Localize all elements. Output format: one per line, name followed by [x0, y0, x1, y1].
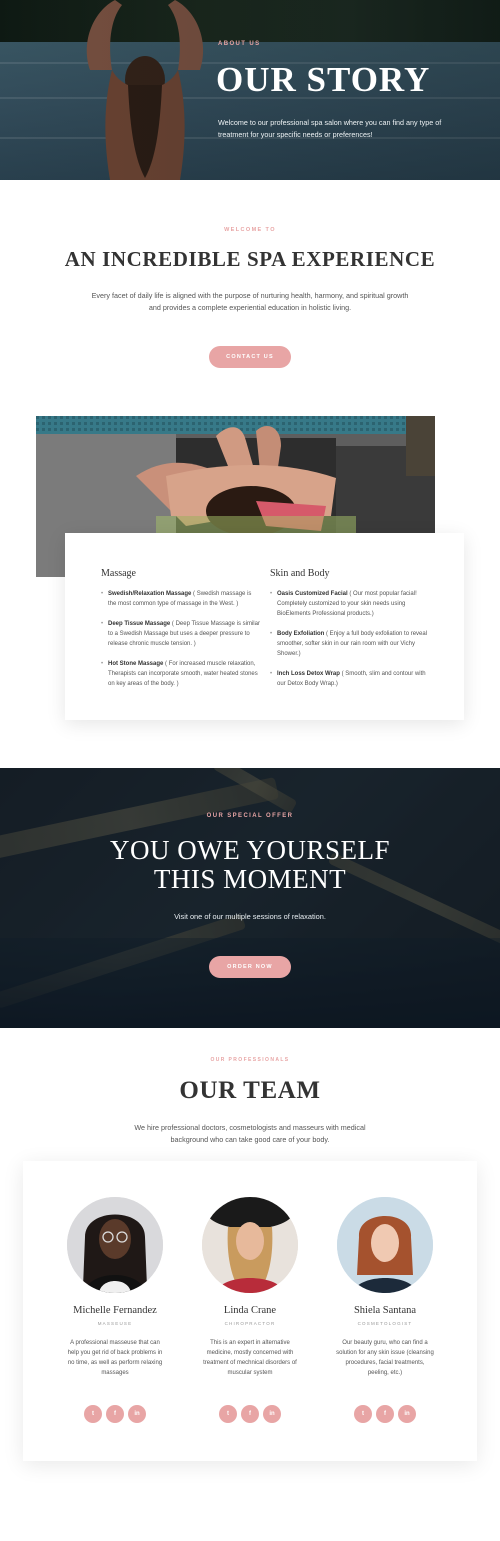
offer-section: OUR SPECIAL OFFER YOU OWE YOURSELF THIS …	[0, 768, 500, 1028]
member-bio: This is an expert in alternative medicin…	[203, 1340, 297, 1376]
linkedin-icon[interactable]: in	[398, 1405, 416, 1423]
member-bio: A professional masseuse that can help yo…	[67, 1340, 163, 1376]
avatar	[337, 1197, 433, 1293]
member-bio: Our beauty guru, who can find a solution…	[336, 1340, 434, 1376]
facebook-icon[interactable]: f	[106, 1405, 124, 1423]
services-column-massage: Massage Swedish/Relaxation Massage ( Swe…	[101, 568, 261, 699]
intro-text: Every facet of daily life is aligned wit…	[91, 291, 409, 312]
offer-title-line2: THIS MOMENT	[153, 864, 347, 894]
social-links: t f in	[325, 1405, 445, 1423]
offer-text: Visit one of our multiple sessions of re…	[174, 912, 326, 921]
facebook-icon[interactable]: f	[376, 1405, 394, 1423]
team-member: Shiela Santana COSMETOLOGIST Our beauty …	[325, 1197, 445, 1423]
services-column-skin-body: Skin and Body Oasis Customized Facial ( …	[270, 568, 430, 699]
team-member: Linda Crane CHIROPRACTOR This is an expe…	[190, 1197, 310, 1423]
avatar	[67, 1197, 163, 1293]
twitter-icon[interactable]: t	[84, 1405, 102, 1423]
contact-us-button[interactable]: CONTACT US	[209, 346, 291, 368]
service-item: Body Exfoliation ( Enjoy a full body exf…	[270, 629, 430, 659]
member-role: MASSEUSE	[97, 1321, 133, 1326]
team-card: Michelle Fernandez MASSEUSE A profession…	[23, 1161, 477, 1461]
member-name: Michelle Fernandez	[73, 1305, 157, 1316]
hero-section: ABOUT US OUR STORY Welcome to our profes…	[0, 0, 500, 180]
hero-eyebrow: ABOUT US	[218, 41, 261, 47]
offer-title-line1: YOU OWE YOURSELF	[110, 835, 390, 865]
twitter-icon[interactable]: t	[354, 1405, 372, 1423]
service-item: Swedish/Relaxation Massage ( Swedish mas…	[101, 589, 261, 609]
service-item: Oasis Customized Facial ( Our most popul…	[270, 589, 430, 619]
intro-eyebrow: WELCOME TO	[224, 227, 276, 233]
member-role: COSMETOLOGIST	[357, 1321, 413, 1326]
team-eyebrow: OUR PROFESSIONALS	[210, 1057, 290, 1063]
hero-title: OUR STORY	[216, 60, 431, 99]
service-item: Hot Stone Massage ( For increased muscle…	[101, 659, 261, 689]
avatar	[202, 1197, 298, 1293]
facebook-icon[interactable]: f	[241, 1405, 259, 1423]
intro-title: AN INCREDIBLE SPA EXPERIENCE	[64, 247, 436, 271]
member-role: CHIROPRACTOR	[224, 1321, 276, 1326]
social-links: t f in	[190, 1405, 310, 1423]
offer-title: YOU OWE YOURSELF THIS MOMENT	[0, 836, 500, 894]
service-item: Deep Tissue Massage ( Deep Tissue Massag…	[101, 619, 261, 649]
services-card: Massage Swedish/Relaxation Massage ( Swe…	[65, 533, 464, 720]
team-text: We hire professional doctors, cosmetolog…	[134, 1123, 366, 1144]
services-column-title: Massage	[101, 568, 136, 579]
twitter-icon[interactable]: t	[219, 1405, 237, 1423]
social-links: t f in	[55, 1405, 175, 1423]
linkedin-icon[interactable]: in	[263, 1405, 281, 1423]
team-title: OUR TEAM	[179, 1077, 321, 1104]
linkedin-icon[interactable]: in	[128, 1405, 146, 1423]
hero-lead-text: Welcome to our professional spa salon wh…	[218, 118, 442, 139]
member-name: Linda Crane	[223, 1305, 277, 1316]
service-item: Inch Loss Detox Wrap ( Smooth, slim and …	[270, 669, 430, 689]
member-name: Shiela Santana	[353, 1305, 417, 1316]
order-now-button[interactable]: ORDER NOW	[209, 956, 291, 978]
services-column-title: Skin and Body	[270, 568, 330, 579]
team-member: Michelle Fernandez MASSEUSE A profession…	[55, 1197, 175, 1423]
offer-eyebrow: OUR SPECIAL OFFER	[206, 813, 294, 819]
